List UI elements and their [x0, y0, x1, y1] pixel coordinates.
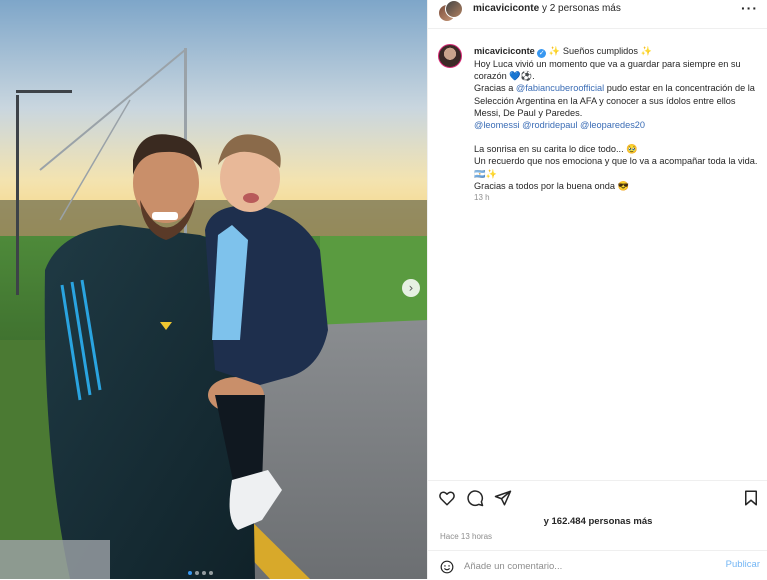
author-username[interactable]: micaviciconte	[473, 3, 539, 14]
collab-text[interactable]: y 2 personas más	[542, 3, 621, 14]
bookmark-icon[interactable]	[742, 489, 760, 507]
likes-count[interactable]: y 162.484 personas más	[428, 516, 767, 527]
carousel-dot	[188, 571, 192, 575]
sparkle-icon: ✨	[548, 46, 561, 56]
publish-button[interactable]: Publicar	[726, 559, 760, 570]
post-photo[interactable]: ›	[0, 0, 427, 579]
photo-image	[0, 0, 427, 579]
mention-link[interactable]: @leomessi	[474, 120, 520, 130]
mention-link[interactable]: @rodridepaul	[522, 120, 577, 130]
post-date: Hace 13 horas	[440, 532, 493, 541]
post-actions	[428, 480, 767, 511]
chevron-right-icon: ›	[408, 281, 414, 295]
caption-text: Gracias a	[474, 83, 516, 94]
mention-link[interactable]: @fabiancuberoofficial	[516, 83, 604, 93]
post-header: micaviciconte y 2 personas más ···	[428, 0, 767, 29]
carousel-dot	[209, 571, 213, 575]
heart-icon[interactable]	[438, 489, 456, 507]
caption-timestamp[interactable]: 13 h	[474, 192, 764, 204]
sparkle-icon: ✨	[640, 46, 653, 56]
carousel-next-button[interactable]: ›	[402, 279, 420, 297]
caption-line: Hoy Luca vivió un momento que va a guard…	[474, 59, 741, 82]
carousel-dots	[188, 571, 213, 575]
mention-link[interactable]: @leoparedes20	[580, 120, 645, 130]
caption-line: La sonrisa en su carita lo dice todo... …	[474, 144, 638, 155]
comment-input[interactable]	[464, 558, 704, 574]
post-sidebar: micaviciconte y 2 personas más ··· micav…	[427, 0, 767, 579]
smiley-icon[interactable]	[440, 560, 454, 574]
send-icon[interactable]	[494, 489, 512, 507]
caption-avatar[interactable]	[438, 44, 462, 68]
carousel-dot	[195, 571, 199, 575]
comment-icon[interactable]	[466, 489, 484, 507]
caption-line: Un recuerdo que nos emociona y que lo va…	[474, 156, 758, 179]
caption-username[interactable]: micaviciconte	[474, 46, 535, 56]
collab-avatars[interactable]	[438, 0, 463, 22]
more-options-button[interactable]: ···	[741, 0, 758, 16]
carousel-dot	[202, 571, 206, 575]
more-horizontal-icon: ···	[741, 0, 758, 16]
post-authors[interactable]: micaviciconte y 2 personas más	[473, 3, 621, 14]
comment-form: Publicar	[428, 550, 767, 580]
caption-title: Sueños cumplidos	[562, 46, 638, 56]
caption-line: Gracias a todos por la buena onda 😎	[474, 180, 629, 191]
post-caption: micaviciconte ✓ ✨ Sueños cumplidos ✨ Hoy…	[474, 45, 764, 204]
verified-badge-icon: ✓	[537, 49, 547, 58]
avatar	[445, 0, 463, 18]
